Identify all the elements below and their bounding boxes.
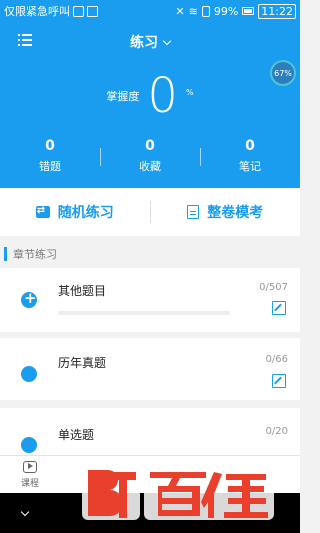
section-title: 章节练习 <box>13 248 57 261</box>
status-bar: 仅限紧急呼叫 ✕ ≋ 99% 11:22 <box>0 0 300 22</box>
chapter-count: 0/66 <box>265 354 288 365</box>
bullet-icon <box>21 437 37 453</box>
nav-course-label: 课程 <box>20 478 39 489</box>
vibrate-icon <box>201 5 210 17</box>
mastery-value: 0 <box>147 68 178 124</box>
shuffle-icon <box>35 205 50 218</box>
stat-notes-value: 0 <box>245 138 255 154</box>
chapter-progress-bar <box>58 311 230 315</box>
mock-exam-button[interactable]: 整卷模考 <box>151 202 301 222</box>
stat-favorite[interactable]: 0 收藏 <box>100 138 200 174</box>
chapter-count: 0/507 <box>259 282 288 293</box>
clock: 11:22 <box>258 3 296 19</box>
header-panel: 练习 67% 掌握度 0 % 0 错题 0 收藏 0 笔记 <box>0 22 300 188</box>
random-practice-label: 随机练习 <box>57 205 114 221</box>
chapter-name: 历年真题 <box>58 356 107 370</box>
section-header: 章节练习 <box>0 241 300 267</box>
chapter-card[interactable]: 历年真题 0/66 <box>0 338 300 400</box>
chapter-count: 0/20 <box>265 426 288 437</box>
plus-icon[interactable] <box>21 289 37 308</box>
battery-icon <box>242 7 255 15</box>
stat-wrong[interactable]: 0 错题 <box>0 138 100 174</box>
edit-icon[interactable] <box>272 374 286 388</box>
mastery-label: 掌握度 <box>106 90 140 103</box>
mastery-display: 掌握度 0 % <box>0 72 300 120</box>
nav-course[interactable]: 课程 <box>0 456 60 493</box>
stats-row: 0 错题 0 收藏 0 笔记 <box>0 138 300 174</box>
bullet-icon <box>21 366 37 382</box>
wifi-icon: ≋ <box>188 4 198 18</box>
action-row: 随机练习 整卷模考 <box>0 188 300 236</box>
stat-wrong-label: 错题 <box>39 160 61 173</box>
stat-favorite-value: 0 <box>145 138 155 154</box>
stat-favorite-label: 收藏 <box>139 160 161 173</box>
sd-card-icon <box>87 5 98 17</box>
chevron-down-icon <box>162 36 172 46</box>
page-title: 练习 <box>130 35 158 51</box>
page-title-dropdown[interactable]: 练习 <box>0 32 300 52</box>
carrier-text: 仅限紧急呼叫 <box>4 5 70 18</box>
stat-notes-label: 笔记 <box>239 160 261 173</box>
no-sim-icon: ✕ <box>175 4 185 18</box>
chapter-name: 其他题目 <box>58 284 107 298</box>
mock-exam-label: 整卷模考 <box>207 205 264 221</box>
watermark-logo <box>82 466 274 520</box>
chapter-name: 单选题 <box>58 428 95 442</box>
paper-icon <box>187 205 200 219</box>
section-accent <box>4 247 7 261</box>
stat-wrong-value: 0 <box>45 138 55 154</box>
battery-percent: 99% <box>213 4 239 18</box>
chapter-card[interactable]: 其他题目 0/507 <box>0 268 300 332</box>
mastery-unit: % <box>185 87 194 97</box>
stat-notes[interactable]: 0 笔记 <box>200 138 300 174</box>
gallery-icon <box>73 5 84 17</box>
edit-icon[interactable] <box>272 301 286 315</box>
video-icon <box>23 460 37 473</box>
back-chevron-icon[interactable] <box>20 507 30 517</box>
random-practice-button[interactable]: 随机练习 <box>0 202 150 222</box>
chapter-card[interactable]: 单选题 0/20 <box>0 408 300 455</box>
